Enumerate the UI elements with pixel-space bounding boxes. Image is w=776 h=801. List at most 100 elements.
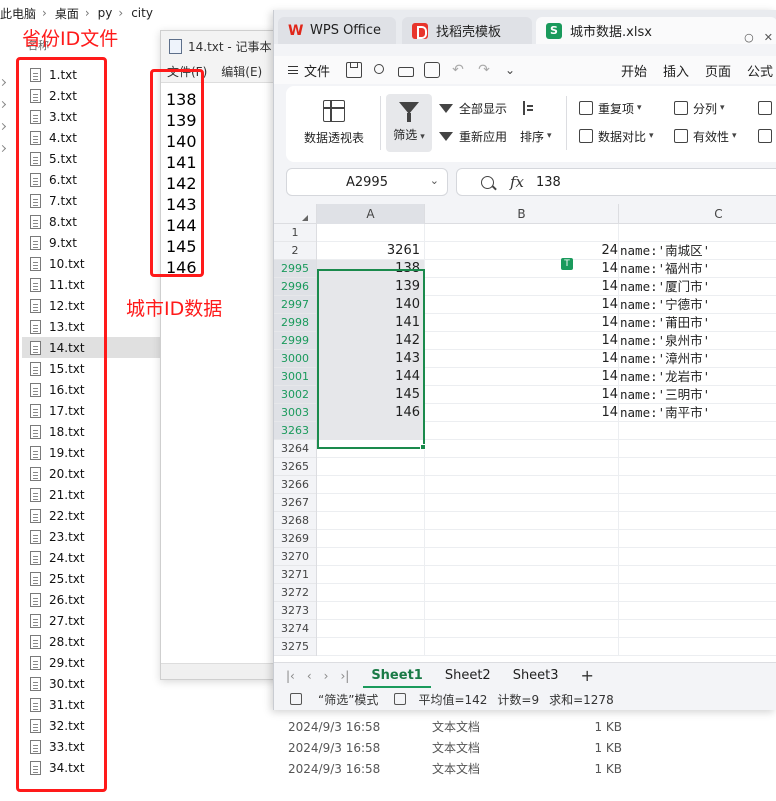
- fx-icon[interactable]: fx: [510, 173, 524, 191]
- cell-b[interactable]: [425, 458, 619, 476]
- prev-sheet-icon[interactable]: ‹: [307, 669, 312, 683]
- breadcrumb-item[interactable]: py: [98, 6, 113, 20]
- cell-b[interactable]: [425, 530, 619, 548]
- cell-a[interactable]: 140: [317, 296, 425, 314]
- undo-icon[interactable]: ↶: [450, 62, 466, 78]
- cell-b[interactable]: 14: [425, 278, 619, 296]
- next-sheet-icon[interactable]: ›: [324, 669, 329, 683]
- breadcrumb-item[interactable]: 此电脑: [0, 5, 36, 22]
- cell-c[interactable]: name:'南城区': [619, 242, 776, 260]
- row-header[interactable]: 3270: [274, 548, 316, 566]
- cell-c[interactable]: name:'泉州市': [619, 332, 776, 350]
- split-column-button[interactable]: 分列 ▾: [674, 98, 725, 118]
- cell-c[interactable]: [619, 620, 776, 638]
- spreadsheet-grid[interactable]: A B C 1 2 2995 2996 2997 2998 2999 3000 3001 3002…: [274, 204, 776, 662]
- cell-b[interactable]: [425, 512, 619, 530]
- row-header[interactable]: 3001: [274, 368, 316, 386]
- cell-a[interactable]: 139: [317, 278, 425, 296]
- more-tools-button[interactable]: [758, 98, 776, 118]
- cell-b[interactable]: [425, 494, 619, 512]
- row-header[interactable]: 3268: [274, 512, 316, 530]
- sheet-tab-sheet3[interactable]: Sheet3: [513, 668, 559, 683]
- status-toggle-icon[interactable]: [394, 693, 407, 705]
- cell-a[interactable]: 3261: [317, 242, 425, 260]
- cell-b[interactable]: 14: [425, 314, 619, 332]
- row-header[interactable]: 2995: [274, 260, 316, 278]
- cell-c[interactable]: [619, 602, 776, 620]
- tab-insert[interactable]: 插入: [663, 61, 689, 80]
- row-header[interactable]: 2996: [274, 278, 316, 296]
- row-header[interactable]: 3272: [274, 584, 316, 602]
- cell-a[interactable]: 145: [317, 386, 425, 404]
- row-header[interactable]: 3267: [274, 494, 316, 512]
- cell-b[interactable]: 24: [425, 242, 619, 260]
- cell-area[interactable]: 3261 24 name:'南城区' 138 14 name:'福州市' 139 14 name…: [317, 224, 776, 656]
- cell-a[interactable]: [317, 224, 425, 242]
- data-compare-button[interactable]: 数据对比 ▾: [579, 126, 654, 146]
- cell-b[interactable]: [425, 440, 619, 458]
- format-painter-icon[interactable]: [372, 62, 388, 78]
- chevron-right-icon[interactable]: [0, 122, 7, 131]
- chevron-right-icon[interactable]: [0, 78, 7, 87]
- cell-c[interactable]: [619, 224, 776, 242]
- cell-b[interactable]: [425, 548, 619, 566]
- cell-a[interactable]: [317, 584, 425, 602]
- cell-a[interactable]: [317, 422, 425, 440]
- cell-b[interactable]: [425, 422, 619, 440]
- row-header[interactable]: 3003: [274, 404, 316, 422]
- cell-a[interactable]: [317, 458, 425, 476]
- print-preview-icon[interactable]: [424, 62, 441, 78]
- fill-handle[interactable]: [420, 444, 426, 450]
- chevron-down-icon[interactable]: ⌄: [430, 174, 439, 187]
- cell-b[interactable]: 14: [425, 332, 619, 350]
- cell-c[interactable]: [619, 440, 776, 458]
- cell-c[interactable]: [619, 458, 776, 476]
- cell-b[interactable]: 14: [425, 260, 619, 278]
- row-header[interactable]: 3269: [274, 530, 316, 548]
- tab-docer-templates[interactable]: 找稻壳模板: [402, 17, 532, 44]
- cell-c[interactable]: [619, 584, 776, 602]
- tab-menu-icon[interactable]: ○: [744, 31, 754, 44]
- row-header[interactable]: 3264: [274, 440, 316, 458]
- row-header[interactable]: 2999: [274, 332, 316, 350]
- cell-c[interactable]: name:'南平市': [619, 404, 776, 422]
- validity-button[interactable]: 有效性 ▾: [674, 126, 737, 146]
- cell-a[interactable]: [317, 530, 425, 548]
- column-header-c[interactable]: C: [619, 204, 776, 224]
- cell-b[interactable]: [425, 566, 619, 584]
- cell-b[interactable]: [425, 620, 619, 638]
- last-sheet-icon[interactable]: ›|: [340, 669, 349, 683]
- reapply-button[interactable]: 重新应用: [439, 126, 507, 146]
- cell-c[interactable]: name:'龙岩市': [619, 368, 776, 386]
- horizontal-scrollbar[interactable]: [161, 663, 284, 679]
- file-detail-row[interactable]: 2024/9/3 16:58 文本文档 1 KB: [288, 758, 688, 779]
- row-header[interactable]: 3263: [274, 422, 316, 440]
- cell-b[interactable]: [425, 584, 619, 602]
- sort-icon-button[interactable]: [520, 98, 539, 118]
- sort-button[interactable]: 排序 ▾: [520, 126, 552, 146]
- cell-c[interactable]: [619, 530, 776, 548]
- cell-a[interactable]: [317, 494, 425, 512]
- row-header[interactable]: 3274: [274, 620, 316, 638]
- cell-c[interactable]: name:'莆田市': [619, 314, 776, 332]
- filter-button[interactable]: 筛选 ▾: [386, 94, 432, 152]
- cell-c[interactable]: name:'宁德市': [619, 296, 776, 314]
- tab-formula[interactable]: 公式: [747, 61, 773, 80]
- sheet-tab-sheet2[interactable]: Sheet2: [445, 668, 491, 683]
- notepad-titlebar[interactable]: 14.txt - 记事本: [161, 31, 284, 61]
- more-tools-button-2[interactable]: [758, 126, 776, 146]
- pivot-table-button[interactable]: 数据透视表: [304, 100, 364, 146]
- print-icon[interactable]: [398, 67, 415, 77]
- cell-b[interactable]: [425, 602, 619, 620]
- show-all-button[interactable]: 全部显示: [439, 98, 507, 118]
- cell-c[interactable]: name:'福州市': [619, 260, 776, 278]
- select-all-corner[interactable]: [274, 204, 317, 224]
- add-sheet-button[interactable]: +: [581, 666, 594, 685]
- cell-b[interactable]: 14: [425, 368, 619, 386]
- row-header[interactable]: 3273: [274, 602, 316, 620]
- cell-c[interactable]: name:'漳州市': [619, 350, 776, 368]
- cell-a[interactable]: [317, 548, 425, 566]
- cell-c[interactable]: [619, 566, 776, 584]
- row-header[interactable]: 2997: [274, 296, 316, 314]
- row-header[interactable]: 3002: [274, 386, 316, 404]
